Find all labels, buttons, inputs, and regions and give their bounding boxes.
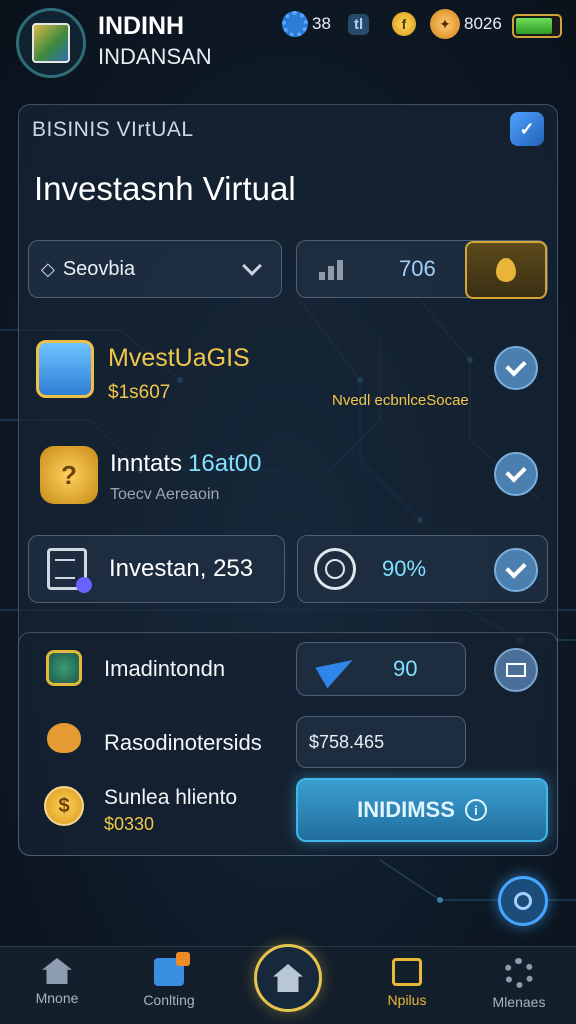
list-1-title: Imadintondn	[104, 656, 226, 681]
list-2-title: Rasodinotersids	[104, 730, 262, 755]
list-2-value: $758.465	[309, 731, 385, 752]
item-1-title: MvestUaGIS	[108, 344, 250, 373]
value-display: 706	[296, 240, 548, 299]
app-subtitle: INDANSAN	[98, 44, 212, 69]
chart-chip-icon: tl	[348, 13, 370, 35]
item-2-subtitle: Toecv Aereaoin	[110, 486, 220, 503]
nav-item-manage[interactable]: Mlenaes	[474, 958, 564, 1010]
item-1-check-button[interactable]	[494, 346, 538, 390]
item-1-title-text: MvestUaGIS	[108, 344, 250, 372]
list-1-value: 90	[393, 656, 418, 681]
shield-icon: ?	[40, 446, 98, 504]
house-icon	[42, 958, 72, 984]
bar-chart-icon	[319, 258, 343, 280]
list-3-title: Sunlea hliento	[104, 786, 238, 809]
list-2-value-box[interactable]: $758.465	[296, 716, 466, 768]
floating-action-button[interactable]	[498, 876, 548, 926]
battery-indicator	[512, 12, 562, 40]
item-2-check-button[interactable]	[494, 452, 538, 496]
home-icon	[273, 964, 303, 992]
panel-label: BISINIS VIrtUAL	[32, 118, 194, 141]
battery-fill	[516, 18, 552, 34]
filter-dropdown[interactable]: ◇ Seovbia	[28, 240, 282, 298]
document-icon	[154, 952, 190, 986]
nav-item-home[interactable]: Mnone	[12, 958, 102, 1006]
coin-icon: f	[392, 12, 416, 36]
item-3-percent: 90%	[382, 556, 427, 581]
gear-stat-value: 38	[312, 14, 331, 33]
item-2-title-row: Inntats 16at00	[110, 450, 261, 478]
nav-item-counting[interactable]: Conlting	[124, 952, 214, 1008]
gear-icon	[282, 11, 308, 37]
paw-icon	[47, 723, 81, 753]
rank-badge-icon[interactable]: ✓	[510, 112, 544, 146]
page-title: Investasnh Virtual	[34, 170, 296, 207]
boost-button[interactable]	[465, 241, 547, 299]
list-3-icon: $	[44, 786, 84, 826]
gems-value: 8026	[464, 14, 502, 33]
nav-manage-label: Mlenaes	[492, 994, 546, 1010]
gem-coin-icon: ✦	[430, 9, 460, 39]
cta-label: INIDIMSS	[357, 797, 455, 822]
info-icon: i	[464, 799, 487, 821]
nav-counting-label: Conlting	[143, 992, 195, 1008]
item-3-card[interactable]: Investan, 253	[28, 535, 285, 603]
mail-button[interactable]	[494, 648, 538, 692]
drop-icon	[496, 258, 516, 282]
item-3-check-button[interactable]	[494, 548, 538, 592]
list-2-icon	[44, 718, 84, 758]
list-1-icon	[44, 648, 84, 688]
bulb-icon	[514, 892, 532, 910]
gear-stat[interactable]: 38	[282, 10, 331, 38]
list-3-subtitle: $0330	[104, 814, 155, 834]
search-icon	[314, 548, 356, 590]
diamond-icon: ◇	[41, 258, 55, 279]
dollar-coin-icon: $	[44, 786, 84, 826]
stats-chip[interactable]: tl	[348, 10, 370, 38]
item-2-title: Inntats	[110, 450, 183, 477]
mail-icon	[506, 663, 526, 677]
item-2-value: 16at00	[188, 450, 262, 477]
crest-icon	[46, 650, 82, 686]
nav-home-label: Mnone	[35, 990, 79, 1006]
paper-plane-icon	[315, 649, 359, 689]
home-center-button[interactable]	[254, 944, 322, 1012]
chest-icon	[36, 340, 94, 398]
filter-selected: Seovbia	[62, 257, 136, 280]
edit-icon	[392, 958, 422, 986]
notebook-icon	[47, 548, 92, 593]
cta-button[interactable]: INIDIMSS i	[296, 778, 548, 842]
item-3-title: Investan, 253	[109, 555, 254, 582]
chevron-down-icon	[242, 256, 262, 276]
settings-icon	[504, 958, 534, 988]
item-1-note: Nvedl ecbnlceSocae	[332, 392, 469, 409]
value-number: 706	[399, 256, 436, 281]
app-logo[interactable]	[16, 8, 86, 78]
list-1-value-box[interactable]: 90	[296, 642, 466, 696]
item-1-subtitle: $1s607	[108, 382, 171, 403]
nav-plus-label: Npilus	[387, 992, 427, 1008]
coin-stat[interactable]: f	[392, 10, 416, 38]
gems-stat[interactable]: ✦ 8026	[430, 9, 502, 39]
battery-icon	[512, 14, 562, 38]
app-title: INDINH	[98, 12, 185, 40]
app-logo-icon	[32, 23, 70, 63]
nav-item-plus[interactable]: Npilus	[362, 958, 452, 1008]
